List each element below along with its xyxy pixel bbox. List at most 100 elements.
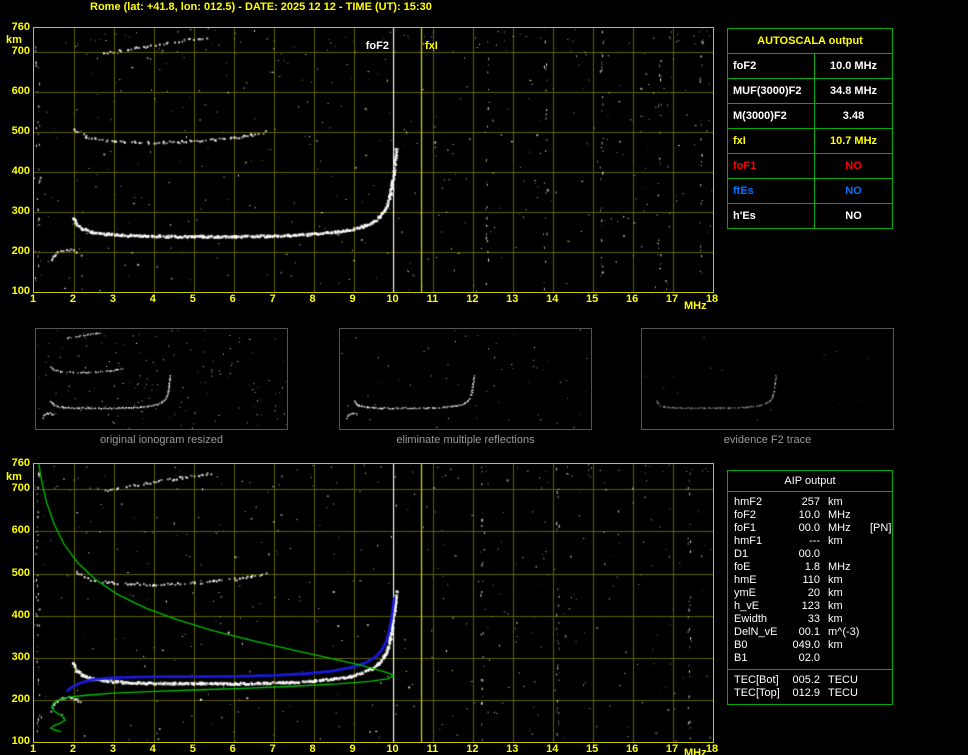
- aip-row-note: [870, 652, 888, 665]
- x-axis-tick-label: 8: [309, 743, 316, 755]
- x-axis-tick-label: 3: [109, 293, 116, 305]
- aip-tec-row-label: TEC[Bot]: [734, 674, 779, 686]
- aip-row-unit: km: [828, 574, 843, 586]
- y-axis-tick-label: 600: [11, 524, 30, 537]
- aip-row-note: [870, 509, 888, 522]
- y-axis-tick-label: 700: [11, 482, 30, 495]
- aip-table-header: AIP output: [728, 471, 892, 492]
- x-axis-tick-label: 11: [426, 743, 439, 755]
- autoscala-row-label: fxI: [728, 129, 814, 153]
- aip-tec-row-unit: TECU: [828, 687, 858, 699]
- aip-row-unit: km: [828, 535, 843, 547]
- aip-row-label: foF2: [734, 509, 757, 521]
- x-axis-tick-label: 7: [269, 743, 276, 755]
- aip-output-table: AIP output hmF2 257 km foF2 10.0 MHz foF1 00.0 M…: [727, 470, 893, 705]
- aip-row-note: [870, 535, 888, 548]
- aip-tec-row-val: 012.9: [792, 687, 820, 699]
- aip-row-label: hmE: [734, 574, 757, 586]
- x-axis-tick-label: 11: [426, 293, 439, 305]
- aip-tec-row-note: [870, 674, 888, 687]
- y-axis-tick-label: 500: [11, 566, 30, 579]
- x-axis-tick-label: 17: [665, 293, 679, 305]
- aip-row-label: foF1: [734, 522, 757, 534]
- y-axis-tick-label: 200: [11, 245, 30, 257]
- aip-row-val: 20: [807, 587, 820, 599]
- y-axis-tick-label: 760: [11, 21, 30, 33]
- y-axis-tick-label: 600: [11, 85, 30, 97]
- y-axis-unit-label: km: [6, 34, 22, 46]
- aip-row: D1 00.0: [734, 548, 888, 561]
- aip-row-unit: MHz: [828, 509, 851, 521]
- aip-tec-row: TEC[Top] 012.9 TECU: [734, 687, 888, 700]
- aip-tec-separator: [728, 669, 892, 670]
- x-axis-tick-label: 14: [546, 743, 559, 755]
- y-axis-tick-label: 400: [11, 608, 30, 621]
- aip-row: hmF2 257 km: [734, 496, 888, 509]
- y-axis-tick-label: 760: [11, 457, 30, 469]
- aip-row-note: [870, 548, 888, 561]
- aip-row: foF2 10.0 MHz: [734, 509, 888, 522]
- aip-row-val: 00.0: [798, 522, 820, 534]
- autoscala-row-label: ftEs: [728, 179, 814, 203]
- x-axis-tick-label: 14: [546, 293, 559, 305]
- aip-row-label: DelN_vE: [734, 626, 778, 638]
- x-axis-tick-label: 16: [625, 743, 639, 755]
- x-axis-unit-label: MHz: [684, 300, 707, 312]
- aip-row-label: hmF1: [734, 535, 763, 547]
- autoscala-row-value: NO: [815, 154, 892, 178]
- aip-row-val: 110: [802, 574, 820, 586]
- aip-row-note: [PN]: [870, 522, 892, 534]
- x-axis-tick-label: 7: [269, 293, 276, 305]
- aip-row: ymE 20 km: [734, 587, 888, 600]
- aip-row-val: 049.0: [792, 639, 820, 651]
- x-axis-unit-label: MHz: [684, 747, 707, 755]
- aip-row-note: [870, 600, 888, 613]
- x-axis-tick-label: 2: [69, 293, 76, 305]
- x-axis-tick-label: 12: [466, 743, 479, 755]
- aip-row: hmE 110 km: [734, 574, 888, 587]
- autoscala-row-value: 3.48: [815, 104, 892, 128]
- x-axis-tick-label: 13: [506, 743, 519, 755]
- thumbnail-caption-2: eliminate multiple reflections: [396, 434, 535, 446]
- autoscala-row-value: 10.7 MHz: [815, 129, 892, 153]
- aip-row-val: 10.0: [798, 509, 820, 521]
- x-axis-tick-label: 8: [309, 293, 316, 305]
- x-axis-tick-label: 2: [69, 743, 76, 755]
- aip-row-unit: km: [828, 496, 843, 508]
- x-axis-tick-label: 12: [466, 293, 479, 305]
- autoscala-row-value: NO: [815, 204, 892, 228]
- y-axis-tick-label: 200: [11, 692, 30, 705]
- aip-row-label: foE: [734, 561, 751, 573]
- y-axis-tick-label: 300: [11, 205, 30, 217]
- aip-row-label: Ewidth: [734, 613, 768, 625]
- x-axis-tick-label: 1: [29, 743, 37, 755]
- bottom-ionogram-plot: [33, 463, 714, 743]
- x-axis-tick-label: 17: [665, 743, 679, 755]
- x-axis-tick-label: 10: [386, 743, 399, 755]
- aip-table-body: hmF2 257 km foF2 10.0 MHz foF1 00.0 MHz [PN] hmF1 -…: [728, 492, 892, 704]
- y-axis-tick-label: 700: [11, 45, 30, 57]
- x-axis-tick-label: 6: [229, 743, 236, 755]
- x-axis-tick-label: 4: [149, 293, 156, 305]
- aip-row-val: 00.0: [798, 548, 820, 560]
- fxI-marker-label: fxI: [425, 40, 438, 52]
- aip-row-unit: km: [828, 600, 843, 612]
- thumbnail-f2-trace-evidence: [641, 328, 894, 430]
- aip-tec-row-label: TEC[Top]: [734, 687, 780, 699]
- autoscala-screen: Rome (lat: +41.8, lon: 012.5) - DATE: 20…: [0, 0, 968, 755]
- aip-row-note: [870, 496, 888, 509]
- aip-tec-row-val: 005.2: [792, 674, 820, 686]
- aip-row-label: D1: [734, 548, 749, 560]
- aip-row-unit: [828, 652, 870, 665]
- aip-row: Ewidth 33 km: [734, 613, 888, 626]
- aip-row-val: 02.0: [798, 652, 820, 664]
- x-axis-tick-label: 3: [109, 743, 116, 755]
- autoscala-row-label: M(3000)F2: [728, 104, 814, 128]
- x-axis-tick-label: 5: [189, 293, 196, 305]
- autoscala-row-label: MUF(3000)F2: [728, 79, 814, 103]
- x-axis-tick-label: 5: [189, 743, 196, 755]
- aip-row-val: 1.8: [804, 561, 820, 573]
- aip-row: B1 02.0: [734, 652, 888, 665]
- aip-row-label: B1: [734, 652, 748, 664]
- autoscala-table-header: AUTOSCALA output: [728, 29, 892, 53]
